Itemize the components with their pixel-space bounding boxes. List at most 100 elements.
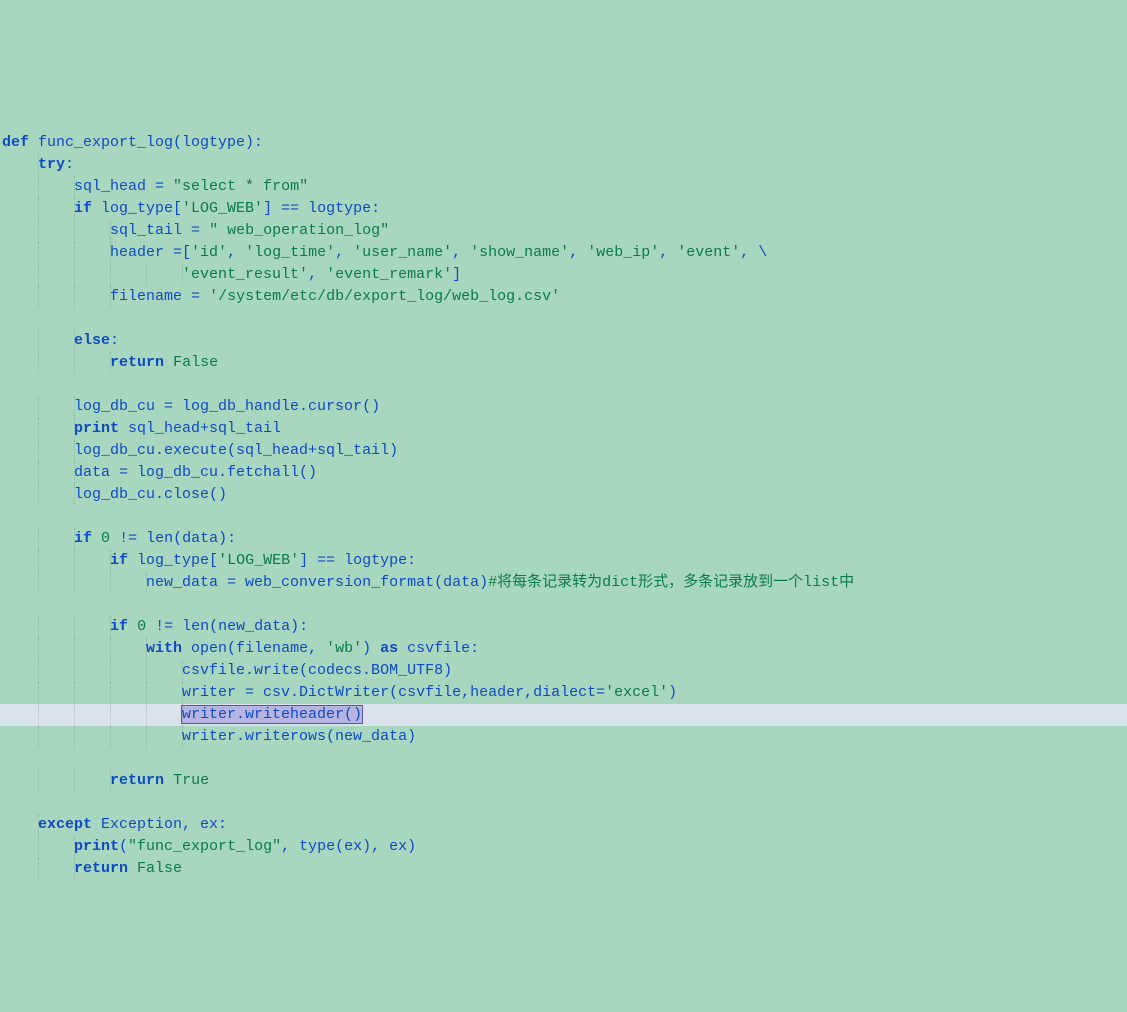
indent-guide <box>74 572 75 594</box>
code-line[interactable] <box>0 594 1127 616</box>
token-str: '/system/etc/db/export_log/web_log.csv' <box>209 288 560 305</box>
token-kw: if <box>74 530 92 547</box>
indent-guide <box>146 572 147 594</box>
indent-whitespace <box>2 618 110 635</box>
indent-guide <box>38 770 39 792</box>
indent-guide <box>38 704 39 726</box>
indent-guide <box>74 396 75 418</box>
token-text: ] == logtype: <box>299 552 416 569</box>
token-str: 'event_result' <box>182 266 308 283</box>
indent-guide <box>38 858 39 880</box>
indent-guide <box>38 286 39 308</box>
code-line[interactable]: filename = '/system/etc/db/export_log/we… <box>0 286 1127 308</box>
indent-guide <box>146 726 147 748</box>
code-line[interactable] <box>0 506 1127 528</box>
indent-guide <box>74 682 75 704</box>
code-line[interactable]: if log_type['LOG_WEB'] == logtype: <box>0 198 1127 220</box>
code-line[interactable]: new_data = web_conversion_format(data)#将… <box>0 572 1127 594</box>
token-text: filename = <box>110 288 209 305</box>
code-line[interactable]: if 0 != len(new_data): <box>0 616 1127 638</box>
indent-guide <box>38 462 39 484</box>
code-line[interactable]: def func_export_log(logtype): <box>0 132 1127 154</box>
code-line[interactable]: if 0 != len(data): <box>0 528 1127 550</box>
token-kw: return <box>110 354 164 371</box>
code-line[interactable] <box>0 792 1127 814</box>
indent-guide <box>110 352 111 374</box>
code-line[interactable]: writer.writerows(new_data) <box>0 726 1127 748</box>
token-lit: False <box>137 860 182 877</box>
token-text: new_data = web_conversion_format(data) <box>146 574 488 591</box>
indent-guide <box>74 198 75 220</box>
token-kw: else <box>74 332 110 349</box>
indent-guide <box>110 682 111 704</box>
code-line[interactable]: 'event_result', 'event_remark'] <box>0 264 1127 286</box>
indent-guide <box>74 770 75 792</box>
token-text: , type(ex), ex) <box>281 838 416 855</box>
indent-guide <box>74 660 75 682</box>
code-line[interactable]: return False <box>0 858 1127 880</box>
code-line[interactable] <box>0 308 1127 330</box>
code-line[interactable]: header =['id', 'log_time', 'user_name', … <box>0 242 1127 264</box>
token-kw: try <box>38 156 65 173</box>
code-line[interactable]: except Exception, ex: <box>0 814 1127 836</box>
indent-guide <box>38 220 39 242</box>
code-line[interactable]: if log_type['LOG_WEB'] == logtype: <box>0 550 1127 572</box>
indent-guide <box>74 440 75 462</box>
code-line[interactable]: sql_head = "select * from" <box>0 176 1127 198</box>
code-line[interactable]: data = log_db_cu.fetchall() <box>0 462 1127 484</box>
token-str: 'event' <box>677 244 740 261</box>
token-str: 'user_name' <box>353 244 452 261</box>
token-str: 'excel' <box>605 684 668 701</box>
token-text: log_type[ <box>128 552 218 569</box>
code-line[interactable]: log_db_cu.close() <box>0 484 1127 506</box>
token-str: " web_operation_log" <box>209 222 389 239</box>
token-text: csvfile: <box>398 640 479 657</box>
indent-guide <box>146 682 147 704</box>
token-cm: #将每条记录转为dict形式，多条记录放到一个list中 <box>488 574 854 591</box>
code-line[interactable]: log_db_cu = log_db_handle.cursor() <box>0 396 1127 418</box>
token-text <box>92 530 101 547</box>
code-line[interactable]: return False <box>0 352 1127 374</box>
token-kw: as <box>380 640 398 657</box>
code-line[interactable] <box>0 748 1127 770</box>
indent-guide <box>110 638 111 660</box>
token-text: data = log_db_cu.fetchall() <box>74 464 317 481</box>
indent-guide <box>110 286 111 308</box>
token-text: != len(data): <box>110 530 236 547</box>
indent-guide <box>38 330 39 352</box>
indent-whitespace <box>2 816 38 833</box>
token-text: csvfile.write(codecs.BOM_UTF8) <box>182 662 452 679</box>
indent-guide <box>110 704 111 726</box>
code-line[interactable] <box>0 374 1127 396</box>
token-lit: True <box>173 772 209 789</box>
indent-whitespace <box>2 728 182 745</box>
token-text: , <box>452 244 470 261</box>
code-line[interactable]: with open(filename, 'wb') as csvfile: <box>0 638 1127 660</box>
code-line[interactable]: else: <box>0 330 1127 352</box>
token-text: log_db_cu.close() <box>74 486 227 503</box>
code-line[interactable]: writer.writeheader() <box>0 704 1127 726</box>
code-line[interactable]: return True <box>0 770 1127 792</box>
token-text: ] == logtype: <box>263 200 380 217</box>
indent-guide <box>38 638 39 660</box>
code-line[interactable]: log_db_cu.execute(sql_head+sql_tail) <box>0 440 1127 462</box>
code-line[interactable]: try: <box>0 154 1127 176</box>
code-line[interactable]: sql_tail = " web_operation_log" <box>0 220 1127 242</box>
code-line[interactable]: writer = csv.DictWriter(csvfile,header,d… <box>0 682 1127 704</box>
code-line[interactable]: print("func_export_log", type(ex), ex) <box>0 836 1127 858</box>
token-text: log_db_cu = log_db_handle.cursor() <box>74 398 380 415</box>
indent-guide <box>74 242 75 264</box>
indent-guide <box>38 242 39 264</box>
token-kw: print <box>74 420 119 437</box>
token-str: 'LOG_WEB' <box>218 552 299 569</box>
indent-guide <box>38 484 39 506</box>
indent-guide <box>110 220 111 242</box>
code-line[interactable]: csvfile.write(codecs.BOM_UTF8) <box>0 660 1127 682</box>
code-line[interactable]: print sql_head+sql_tail <box>0 418 1127 440</box>
token-text: , <box>569 244 587 261</box>
indent-guide <box>146 264 147 286</box>
token-lit: 0 <box>137 618 146 635</box>
code-editor[interactable]: def func_export_log(logtype): try: sql_h… <box>0 88 1127 902</box>
indent-guide <box>182 726 183 748</box>
indent-guide <box>74 616 75 638</box>
